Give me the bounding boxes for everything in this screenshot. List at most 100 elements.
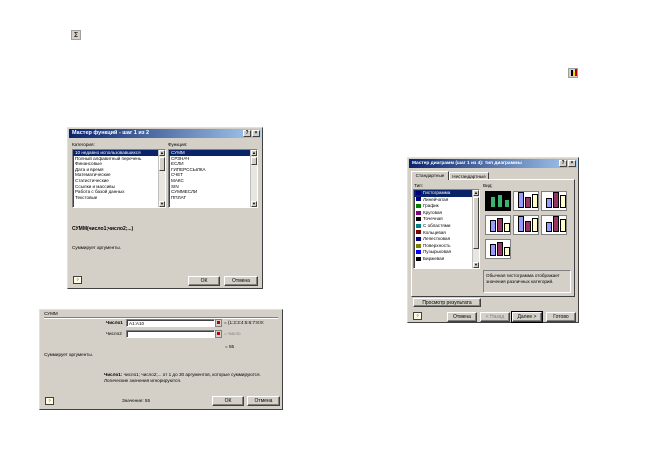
thumbnail-bar	[546, 222, 552, 232]
chart-subtype-thumbnail[interactable]	[541, 191, 567, 211]
view-description-box: Обычная гистограмма отображает значения …	[483, 270, 571, 293]
chart-subtype-thumbnail[interactable]	[485, 191, 511, 211]
chart-subtype-thumbnail[interactable]	[485, 215, 511, 235]
dialog-title-bar: Мастер диаграмм (шаг 1 из 4): тип диагра…	[409, 159, 577, 168]
scroll-up-icon[interactable]: ▲	[473, 190, 479, 196]
office-assistant-icon[interactable]: ?	[413, 312, 422, 320]
function-list[interactable]: СУММ СРЗНАЧ ЕСЛИ ГИПЕРССЫЛКА СЧЕТ МАКС SIN СУММ…	[168, 149, 258, 208]
scroll-thumb[interactable]	[251, 157, 257, 165]
scroll-up-icon[interactable]: ▲	[159, 150, 165, 156]
tab-standard[interactable]: Стандартные	[411, 171, 449, 180]
chart-type-item[interactable]: Точечная	[414, 216, 479, 223]
cancel-button[interactable]: Отмена	[247, 396, 280, 406]
chart-subtype-thumbnail[interactable]	[513, 215, 539, 235]
view-description: Обычная гистограмма отображает значения …	[486, 273, 560, 284]
surface-chart-icon	[416, 243, 421, 248]
type-scrollbar[interactable]: ▲ ▼	[472, 190, 479, 268]
thumbnail-bar	[504, 247, 510, 256]
area-chart-icon	[416, 223, 421, 228]
ok-button[interactable]: ОК	[188, 276, 220, 286]
thumbnail-bar	[497, 194, 503, 208]
thumbnail-bar	[490, 244, 496, 256]
thumbnail-bar	[518, 192, 524, 208]
scroll-down-icon[interactable]: ▼	[473, 262, 479, 268]
chart-type-label: График	[423, 203, 439, 209]
chart-type-item[interactable]: График	[414, 203, 479, 210]
chart-type-item[interactable]: Гистограмма	[414, 190, 479, 197]
thumbnail-bar	[546, 198, 552, 208]
chart-subtype-thumbnail[interactable]	[485, 239, 511, 259]
category-list[interactable]: 10 недавно использовавшихся Полный алфави…	[72, 149, 166, 208]
scroll-down-icon[interactable]: ▼	[159, 201, 165, 207]
cancel-button[interactable]: Отмена	[447, 312, 477, 322]
thumbnail-bar	[497, 242, 503, 256]
function-list-item[interactable]: ППЛАТ	[169, 195, 257, 201]
collapse-dialog-icon[interactable]	[215, 319, 222, 327]
bar-chart-icon	[416, 197, 421, 202]
chart-subtype-grid	[483, 189, 571, 268]
chart-type-item[interactable]: Линейчатая	[414, 197, 479, 204]
collapse-dialog-icon[interactable]	[215, 330, 222, 338]
chart-subtype-thumbnail[interactable]	[541, 215, 567, 235]
function-arguments-dialog: СУММ Число1 A1:A10 = {1:2:3:4:5:6:7:8:9:…	[39, 309, 283, 410]
scroll-thumb[interactable]	[159, 157, 165, 171]
close-icon[interactable]: ×	[568, 160, 576, 167]
number1-label: Число1	[106, 320, 123, 325]
chart-type-item[interactable]: Поверхность	[414, 243, 479, 250]
bubble-chart-icon	[416, 250, 421, 255]
office-assistant-icon[interactable]: ?	[45, 397, 54, 405]
chart-type-item[interactable]: Биржевая	[414, 256, 479, 263]
chart-type-item[interactable]: Кольцевая	[414, 230, 479, 237]
office-assistant-icon[interactable]: ?	[73, 276, 82, 284]
sigma-icon[interactable]: Σ	[71, 30, 81, 40]
help-icon[interactable]: ?	[243, 130, 251, 137]
scatter-chart-icon	[416, 217, 421, 222]
chart-type-label: Кольцевая	[423, 229, 446, 235]
chart-type-label: Пузырьковая	[423, 249, 452, 255]
thumbnail-bar	[525, 197, 531, 208]
category-list-item[interactable]: Текстовые	[73, 195, 165, 201]
cancel-button[interactable]: Отмена	[224, 276, 258, 286]
column-chart-icon	[416, 190, 421, 195]
chart-type-item[interactable]: Лепестковая	[414, 236, 479, 243]
function-scrollbar[interactable]: ▲ ▼	[250, 150, 257, 207]
number1-input[interactable]: A1:A10	[126, 319, 215, 327]
number2-result: = число	[224, 331, 241, 336]
preview-button[interactable]: Просмотр результата	[413, 298, 481, 307]
thumbnail-bar	[532, 194, 538, 208]
chart-subtype-thumbnail[interactable]	[513, 191, 539, 211]
category-scrollbar[interactable]: ▲ ▼	[158, 150, 165, 207]
scroll-up-icon[interactable]: ▲	[251, 150, 257, 156]
args-description: Суммирует аргументы.	[44, 352, 93, 357]
type-label: Тип:	[414, 183, 423, 188]
pie-chart-icon	[416, 210, 421, 215]
help-icon[interactable]: ?	[559, 160, 567, 167]
total-result: = 55	[225, 344, 235, 349]
scroll-thumb[interactable]	[473, 197, 479, 249]
back-button[interactable]: < Назад	[480, 312, 510, 322]
finish-button[interactable]: Готово	[546, 312, 576, 322]
scroll-down-icon[interactable]: ▼	[251, 201, 257, 207]
chart-wizard-icon[interactable]	[568, 68, 578, 78]
chart-type-label: Гистограмма	[423, 190, 451, 195]
dialog-title: Мастер диаграмм (шаг 1 из 4): тип диагра…	[412, 161, 522, 166]
chart-type-item[interactable]: Круговая	[414, 210, 479, 217]
function-wizard-dialog: Мастер функций - шаг 1 из 2 ? × Категори…	[67, 127, 263, 289]
thumbnail-bar	[518, 216, 524, 232]
chart-type-list[interactable]: Гистограмма Линейчатая График Круговая Точеч…	[413, 189, 480, 269]
chart-type-label: Поверхность	[423, 242, 451, 248]
doughnut-chart-icon	[416, 230, 421, 235]
number2-input[interactable]	[126, 330, 215, 338]
ok-button[interactable]: ОК	[212, 396, 244, 406]
category-label: Категория:	[72, 142, 95, 147]
view-label: Вид:	[483, 183, 493, 188]
close-icon[interactable]: ×	[252, 130, 260, 137]
chart-type-label: Биржевая	[423, 255, 445, 261]
chart-wizard-dialog: Мастер диаграмм (шаг 1 из 4): тип диагра…	[407, 157, 579, 323]
arg-help-label: Число1:	[104, 372, 123, 377]
thumbnail-bar	[490, 196, 496, 208]
thumbnail-bar	[553, 192, 559, 208]
next-button[interactable]: Далее >	[511, 311, 543, 323]
chart-type-item[interactable]: Пузырьковая	[414, 249, 479, 256]
chart-type-item[interactable]: С областями	[414, 223, 479, 230]
